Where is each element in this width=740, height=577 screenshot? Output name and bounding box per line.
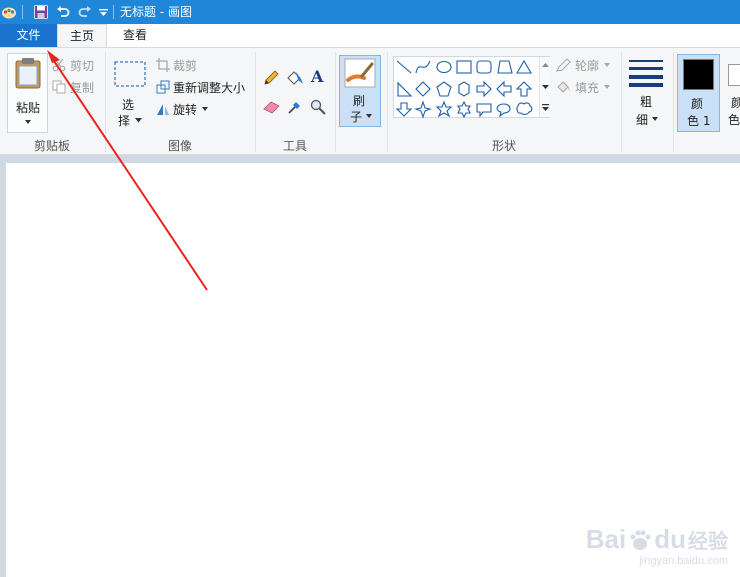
annotation-arrow: [47, 50, 208, 291]
baidu-paw-icon: [630, 530, 651, 550]
watermark-url: jingyan.baidu.com: [639, 555, 728, 567]
watermark-brand-cn: 经验: [688, 531, 728, 553]
watermark-brand2: du: [654, 524, 686, 554]
watermark: Bai du 经验 jingyan.baidu.com: [586, 524, 728, 567]
watermark-brand: Bai: [585, 524, 627, 554]
